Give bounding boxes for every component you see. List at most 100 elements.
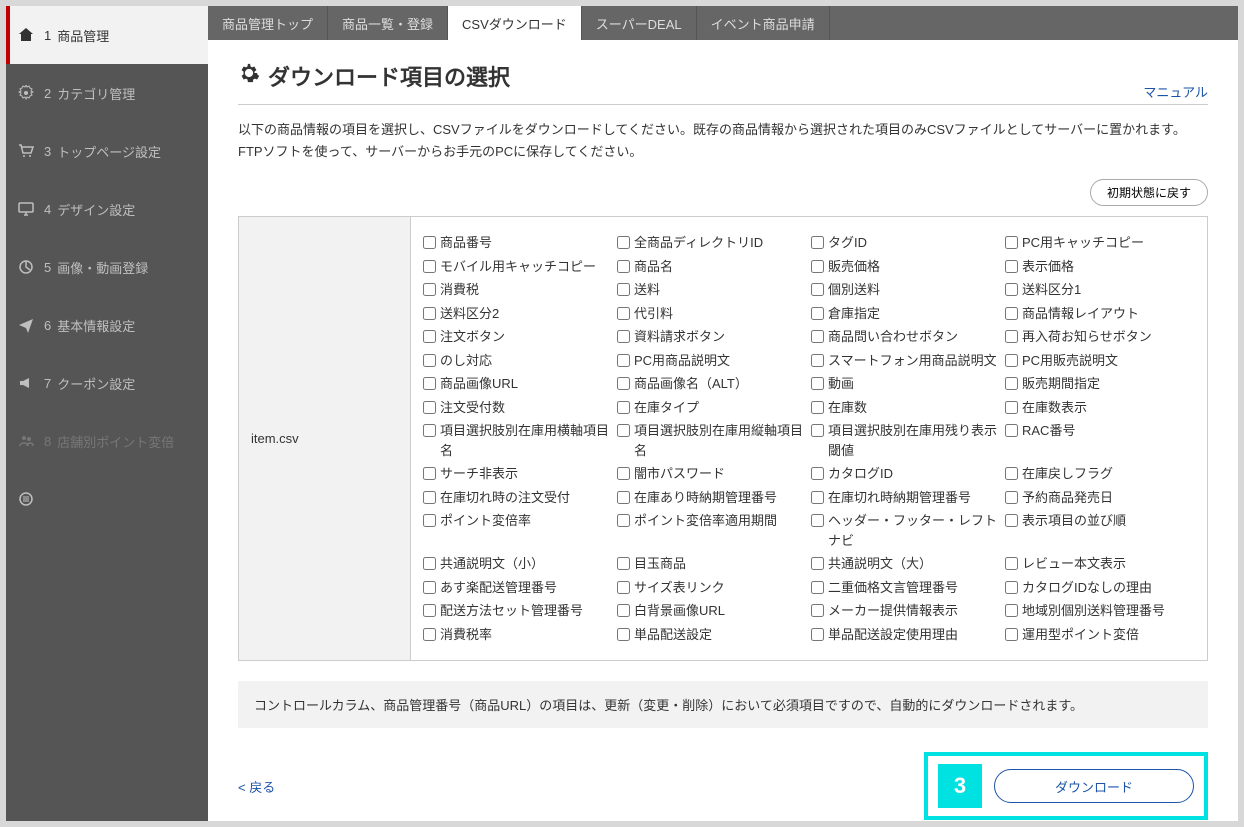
- field-checkbox[interactable]: 地域別個別送料管理番号: [1005, 599, 1195, 623]
- field-checkbox[interactable]: 送料: [617, 278, 807, 302]
- field-checkbox[interactable]: 表示価格: [1005, 255, 1195, 279]
- field-checkbox[interactable]: ポイント変倍率: [423, 509, 613, 552]
- checkbox[interactable]: [617, 491, 630, 504]
- field-checkbox[interactable]: カタログIDなしの理由: [1005, 576, 1195, 600]
- field-checkbox[interactable]: 在庫戻しフラグ: [1005, 462, 1195, 486]
- checkbox[interactable]: [811, 424, 824, 437]
- field-checkbox[interactable]: のし対応: [423, 349, 613, 373]
- field-checkbox[interactable]: スマートフォン用商品説明文: [811, 349, 1001, 373]
- field-checkbox[interactable]: 商品名: [617, 255, 807, 279]
- field-checkbox[interactable]: ヘッダー・フッター・レフトナビ: [811, 509, 1001, 552]
- checkbox[interactable]: [617, 581, 630, 594]
- checkbox[interactable]: [423, 581, 436, 594]
- checkbox[interactable]: [811, 557, 824, 570]
- checkbox[interactable]: [1005, 377, 1018, 390]
- checkbox[interactable]: [617, 467, 630, 480]
- field-checkbox[interactable]: レビュー本文表示: [1005, 552, 1195, 576]
- checkbox[interactable]: [811, 514, 824, 527]
- checkbox[interactable]: [423, 307, 436, 320]
- checkbox[interactable]: [423, 514, 436, 527]
- field-checkbox[interactable]: タグID: [811, 231, 1001, 255]
- field-checkbox[interactable]: 販売価格: [811, 255, 1001, 279]
- checkbox[interactable]: [617, 330, 630, 343]
- checkbox[interactable]: [1005, 307, 1018, 320]
- field-checkbox[interactable]: 代引料: [617, 302, 807, 326]
- field-checkbox[interactable]: 単品配送設定: [617, 623, 807, 647]
- field-checkbox[interactable]: 商品番号: [423, 231, 613, 255]
- sidebar-item-category[interactable]: 2 カテゴリ管理: [6, 64, 208, 122]
- field-checkbox[interactable]: 目玉商品: [617, 552, 807, 576]
- checkbox[interactable]: [423, 604, 436, 617]
- checkbox[interactable]: [811, 330, 824, 343]
- field-checkbox[interactable]: 項目選択肢別在庫用横軸項目名: [423, 419, 613, 462]
- checkbox[interactable]: [1005, 467, 1018, 480]
- checkbox[interactable]: [423, 260, 436, 273]
- checkbox[interactable]: [811, 307, 824, 320]
- sidebar-item-toppage[interactable]: 3 トップページ設定: [6, 122, 208, 180]
- checkbox[interactable]: [423, 557, 436, 570]
- checkbox[interactable]: [617, 424, 630, 437]
- field-checkbox[interactable]: PC用キャッチコピー: [1005, 231, 1195, 255]
- checkbox[interactable]: [1005, 491, 1018, 504]
- checkbox[interactable]: [1005, 514, 1018, 527]
- field-checkbox[interactable]: 表示項目の並び順: [1005, 509, 1195, 552]
- field-checkbox[interactable]: 送料区分2: [423, 302, 613, 326]
- field-checkbox[interactable]: 在庫タイプ: [617, 396, 807, 420]
- checkbox[interactable]: [423, 467, 436, 480]
- field-checkbox[interactable]: 注文ボタン: [423, 325, 613, 349]
- field-checkbox[interactable]: 資料請求ボタン: [617, 325, 807, 349]
- field-checkbox[interactable]: モバイル用キャッチコピー: [423, 255, 613, 279]
- checkbox[interactable]: [617, 514, 630, 527]
- field-checkbox[interactable]: 配送方法セット管理番号: [423, 599, 613, 623]
- field-checkbox[interactable]: 運用型ポイント変倍: [1005, 623, 1195, 647]
- field-checkbox[interactable]: 在庫数: [811, 396, 1001, 420]
- checkbox[interactable]: [617, 236, 630, 249]
- checkbox[interactable]: [423, 236, 436, 249]
- checkbox[interactable]: [811, 401, 824, 414]
- field-checkbox[interactable]: 販売期間指定: [1005, 372, 1195, 396]
- checkbox[interactable]: [1005, 604, 1018, 617]
- back-link[interactable]: < 戻る: [238, 777, 275, 796]
- checkbox[interactable]: [423, 491, 436, 504]
- field-checkbox[interactable]: PC用販売説明文: [1005, 349, 1195, 373]
- checkbox[interactable]: [1005, 581, 1018, 594]
- field-checkbox[interactable]: 再入荷お知らせボタン: [1005, 325, 1195, 349]
- checkbox[interactable]: [811, 260, 824, 273]
- checkbox[interactable]: [811, 491, 824, 504]
- field-checkbox[interactable]: サイズ表リンク: [617, 576, 807, 600]
- checkbox[interactable]: [811, 283, 824, 296]
- checkbox[interactable]: [617, 604, 630, 617]
- manual-link[interactable]: マニュアル: [1143, 82, 1208, 101]
- field-checkbox[interactable]: 送料区分1: [1005, 278, 1195, 302]
- field-checkbox[interactable]: 白背景画像URL: [617, 599, 807, 623]
- checkbox[interactable]: [1005, 236, 1018, 249]
- checkbox[interactable]: [811, 377, 824, 390]
- checkbox[interactable]: [1005, 260, 1018, 273]
- tab-product-top[interactable]: 商品管理トップ: [208, 6, 328, 40]
- field-checkbox[interactable]: 共通説明文（小）: [423, 552, 613, 576]
- download-button[interactable]: ダウンロード: [994, 769, 1194, 803]
- field-checkbox[interactable]: 動画: [811, 372, 1001, 396]
- checkbox[interactable]: [1005, 401, 1018, 414]
- field-checkbox[interactable]: 共通説明文（大）: [811, 552, 1001, 576]
- checkbox[interactable]: [1005, 557, 1018, 570]
- field-checkbox[interactable]: 項目選択肢別在庫用縦軸項目名: [617, 419, 807, 462]
- checkbox[interactable]: [811, 354, 824, 367]
- field-checkbox[interactable]: RAC番号: [1005, 419, 1195, 462]
- field-checkbox[interactable]: 個別送料: [811, 278, 1001, 302]
- checkbox[interactable]: [617, 307, 630, 320]
- field-checkbox[interactable]: 消費税: [423, 278, 613, 302]
- checkbox[interactable]: [423, 354, 436, 367]
- field-checkbox[interactable]: 倉庫指定: [811, 302, 1001, 326]
- field-checkbox[interactable]: 消費税率: [423, 623, 613, 647]
- tab-event[interactable]: イベント商品申請: [697, 6, 830, 40]
- checkbox[interactable]: [617, 283, 630, 296]
- field-checkbox[interactable]: 予約商品発売日: [1005, 486, 1195, 510]
- checkbox[interactable]: [1005, 330, 1018, 343]
- field-checkbox[interactable]: 商品画像URL: [423, 372, 613, 396]
- field-checkbox[interactable]: 単品配送設定使用理由: [811, 623, 1001, 647]
- checkbox[interactable]: [617, 377, 630, 390]
- field-checkbox[interactable]: 在庫切れ時納期管理番号: [811, 486, 1001, 510]
- checkbox[interactable]: [423, 283, 436, 296]
- field-checkbox[interactable]: メーカー提供情報表示: [811, 599, 1001, 623]
